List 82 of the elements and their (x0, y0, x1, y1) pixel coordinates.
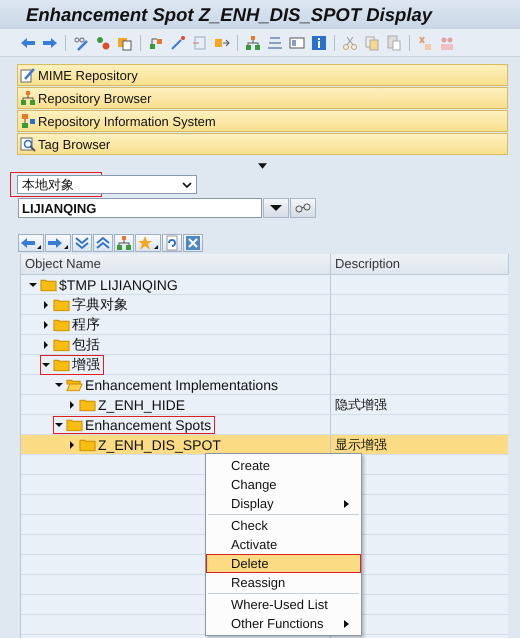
tree-row[interactable]: 字典对象 (21, 295, 508, 315)
menu-item[interactable]: Display (206, 494, 361, 513)
menu-item[interactable]: Create (206, 456, 361, 475)
column-header[interactable]: Object Name (21, 254, 331, 274)
expanded-arrow-icon[interactable] (55, 420, 63, 428)
submenu-arrow-icon (344, 500, 349, 508)
submenu-arrow-icon (344, 620, 349, 628)
hierarchy-icon (20, 113, 36, 129)
menu-item[interactable]: Other Functions (206, 614, 361, 633)
layout-icon[interactable] (289, 34, 305, 50)
navigation-button[interactable]: Tag Browser (17, 133, 508, 155)
node-label[interactable]: Enhancement Spots (85, 416, 212, 432)
dropdown-button[interactable] (263, 198, 289, 218)
back-arrow-button[interactable] (18, 234, 44, 252)
corner-triangle-icon (64, 245, 68, 249)
collapsed-arrow-icon[interactable] (42, 321, 50, 329)
tree-row[interactable]: $TMP LIJIANQING (21, 275, 508, 295)
edit-document-icon (20, 67, 36, 83)
navigation-button[interactable]: MIME Repository (17, 64, 508, 86)
tree-row[interactable]: 程序 (21, 315, 508, 335)
magnifier-icon (20, 136, 36, 152)
collapsed-arrow-icon[interactable] (68, 440, 76, 448)
expanded-arrow-icon[interactable] (42, 361, 50, 369)
column-header[interactable]: Description (331, 254, 509, 274)
node-label[interactable]: Enhancement Implementations (85, 376, 278, 392)
navigation-button[interactable]: Repository Information System (17, 110, 508, 132)
menu-item[interactable]: Delete (206, 554, 361, 573)
document-icon[interactable] (192, 34, 208, 50)
glasses-button[interactable] (290, 198, 316, 218)
collapse-arrow-icon[interactable] (258, 163, 267, 169)
object-name-field[interactable]: LIJIANQING (18, 198, 262, 218)
tree-row[interactable]: Z_ENH_DIS_SPOT 显示增强 (21, 435, 508, 455)
node-description: 隐式增强 (335, 396, 387, 414)
menu-item[interactable]: Check (206, 516, 361, 535)
node-label[interactable]: 包括 (72, 336, 100, 354)
corner-triangle-icon (37, 245, 41, 249)
node-label[interactable]: 字典对象 (72, 296, 128, 314)
collapse-icon (95, 235, 111, 251)
refresh-button[interactable] (162, 234, 182, 252)
hierarchy-button[interactable] (114, 234, 134, 252)
hierarchy-icon (20, 90, 36, 106)
star-icon (137, 235, 153, 251)
node-label[interactable]: 增强 (72, 356, 100, 374)
expand-button[interactable] (72, 234, 92, 252)
glasses-pencil-icon[interactable] (73, 34, 89, 50)
star-button[interactable] (135, 234, 161, 252)
menu-item[interactable]: Change (206, 475, 361, 494)
node-label[interactable]: Z_ENH_DIS_SPOT (98, 436, 221, 452)
expand-icon (74, 235, 90, 251)
tree-row[interactable]: 包括 (21, 335, 508, 355)
menu-item[interactable]: Activate (206, 535, 361, 554)
corner-triangle-icon (154, 245, 158, 249)
circles-icon[interactable] (95, 34, 111, 50)
wand-icon[interactable] (170, 34, 186, 50)
tree-row[interactable]: Enhancement Implementations (21, 375, 508, 395)
forward-arrow-icon (47, 235, 63, 251)
tree-row[interactable]: Z_ENH_HIDE 隐式增强 (21, 395, 508, 415)
menu-item[interactable]: Where-Used List (206, 595, 361, 614)
hierarchy-icon (116, 235, 132, 251)
back-arrow-icon (20, 235, 36, 251)
node-label[interactable]: Z_ENH_HIDE (98, 396, 186, 412)
navigation-button[interactable]: Repository Browser (17, 87, 508, 109)
node-label[interactable]: 程序 (72, 316, 100, 334)
node-description: 显示增强 (335, 436, 387, 454)
refresh-icon (164, 235, 180, 251)
collapsed-arrow-icon[interactable] (68, 400, 76, 408)
info-icon[interactable] (311, 34, 327, 50)
chevron-down-icon (182, 182, 192, 188)
close-button[interactable] (183, 234, 203, 252)
object-type-dropdown[interactable]: 本地对象 (17, 175, 197, 194)
forward-arrow-button[interactable] (45, 234, 71, 252)
node-label[interactable]: $TMP LIJIANQING (59, 276, 178, 292)
collapse-button[interactable] (93, 234, 113, 252)
window-title: Enhancement Spot Z_ENH_DIS_SPOT Display (26, 4, 432, 26)
expanded-arrow-icon[interactable] (29, 280, 37, 288)
collapsed-arrow-icon[interactable] (42, 301, 50, 309)
tree-row[interactable]: 增强 (21, 355, 508, 375)
menu-item[interactable]: Reassign (206, 573, 361, 592)
collapsed-arrow-icon[interactable] (42, 341, 50, 349)
hierarchy-icon[interactable] (245, 34, 261, 50)
close-icon (185, 235, 201, 251)
expanded-arrow-icon[interactable] (55, 380, 63, 388)
